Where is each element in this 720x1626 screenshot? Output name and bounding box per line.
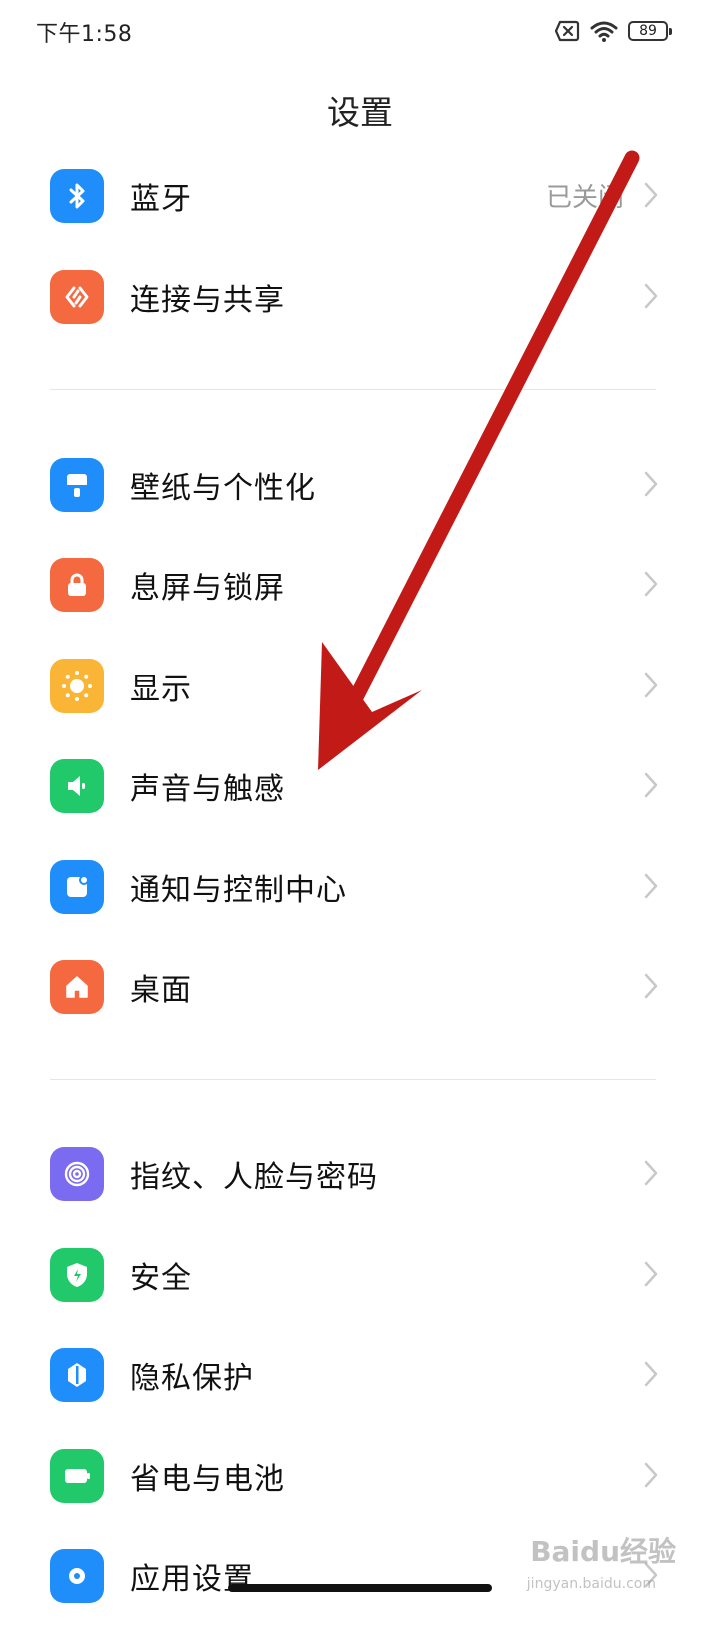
section-divider [50, 1079, 656, 1080]
status-icons: 89 [554, 18, 672, 44]
settings-item-label: 壁纸与个性化 [130, 471, 316, 506]
chevron-right-icon [644, 1361, 658, 1387]
watermark-subtext: jingyan.baidu.com [526, 1576, 656, 1592]
chevron-right-icon [644, 973, 658, 999]
settings-item-label: 隐私保护 [130, 1361, 254, 1396]
settings-item-notifications[interactable]: 通知与控制中心 [0, 837, 720, 937]
chevron-right-icon [644, 182, 658, 208]
settings-item-label: 声音与触感 [130, 772, 285, 807]
bluetooth-icon [50, 169, 104, 223]
settings-item-label: 连接与共享 [130, 283, 285, 318]
no-sim-icon [554, 20, 580, 42]
home-indicator[interactable] [228, 1584, 492, 1592]
settings-item-label: 安全 [130, 1261, 192, 1296]
status-time: 下午1:58 [36, 22, 133, 47]
settings-item-label: 指纹、人脸与密码 [130, 1160, 378, 1195]
lock-icon [50, 558, 104, 612]
settings-item-wallpaper[interactable]: 壁纸与个性化 [0, 435, 720, 535]
settings-item-fingerprint-face-password[interactable]: 指纹、人脸与密码 [0, 1124, 720, 1224]
settings-item-privacy[interactable]: 隐私保护 [0, 1325, 720, 1425]
notification-icon [50, 860, 104, 914]
chevron-right-icon [644, 1462, 658, 1488]
chevron-right-icon [644, 471, 658, 497]
chevron-right-icon [644, 571, 658, 597]
sun-icon [50, 659, 104, 713]
settings-item-bluetooth[interactable]: 蓝牙 已关闭 [0, 146, 720, 246]
settings-item-label: 蓝牙 [130, 182, 192, 217]
chevron-right-icon [644, 772, 658, 798]
bluetooth-status: 已关闭 [545, 183, 624, 213]
battery-saver-icon [50, 1449, 104, 1503]
fingerprint-icon [50, 1147, 104, 1201]
status-bar: 下午1:58 89 [0, 0, 720, 60]
settings-item-label: 显示 [130, 672, 192, 707]
speaker-icon [50, 759, 104, 813]
share-icon [50, 270, 104, 324]
page-title: 设置 [327, 93, 393, 132]
chevron-right-icon [644, 283, 658, 309]
chevron-right-icon [644, 873, 658, 899]
settings-item-label: 息屏与锁屏 [130, 571, 285, 606]
wallpaper-icon [50, 458, 104, 512]
section-divider [50, 389, 656, 390]
settings-item-sound[interactable]: 声音与触感 [0, 736, 720, 836]
settings-item-display[interactable]: 显示 [0, 636, 720, 736]
settings-item-battery[interactable]: 省电与电池 [0, 1426, 720, 1526]
settings-item-label: 省电与电池 [130, 1462, 285, 1497]
home-icon [50, 960, 104, 1014]
chevron-right-icon [644, 1261, 658, 1287]
chevron-right-icon [644, 1160, 658, 1186]
battery-level: 89 [639, 23, 657, 39]
settings-item-desktop[interactable]: 桌面 [0, 937, 720, 1037]
apps-icon [50, 1549, 104, 1603]
battery-icon: 89 [628, 21, 672, 41]
chevron-right-icon [644, 672, 658, 698]
settings-item-connection-sharing[interactable]: 连接与共享 [0, 247, 720, 347]
settings-item-label: 桌面 [130, 973, 192, 1008]
settings-item-security[interactable]: 安全 [0, 1225, 720, 1325]
settings-item-label: 通知与控制中心 [130, 873, 347, 908]
wifi-icon [590, 21, 618, 42]
settings-item-lock-screen[interactable]: 息屏与锁屏 [0, 535, 720, 635]
privacy-icon [50, 1348, 104, 1402]
watermark: Baidu经验 [530, 1535, 676, 1568]
shield-icon [50, 1248, 104, 1302]
